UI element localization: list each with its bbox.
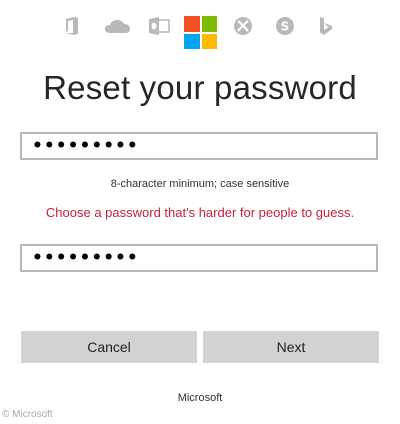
confirm-password-input[interactable]: ••••••••• <box>20 244 378 272</box>
cancel-button[interactable]: Cancel <box>21 331 197 363</box>
next-button[interactable]: Next <box>203 331 379 363</box>
password-error-message: Choose a password that's harder for peop… <box>45 205 355 220</box>
copyright-watermark: © Microsoft <box>2 409 53 420</box>
footer-brand: Microsoft <box>177 392 223 404</box>
skype-icon: S <box>274 8 296 44</box>
office-icon <box>62 8 82 44</box>
app-icon-row: S <box>0 8 400 49</box>
onedrive-icon <box>103 8 133 44</box>
outlook-icon <box>148 8 170 44</box>
password-hint: 8-character minimum; case sensitive <box>110 178 290 190</box>
microsoft-logo <box>184 16 217 49</box>
xbox-icon <box>232 8 254 44</box>
new-password-input[interactable]: ••••••••• <box>20 132 378 160</box>
svg-text:S: S <box>281 20 290 34</box>
bing-icon <box>316 8 336 44</box>
page-title: Reset your password <box>43 69 357 106</box>
